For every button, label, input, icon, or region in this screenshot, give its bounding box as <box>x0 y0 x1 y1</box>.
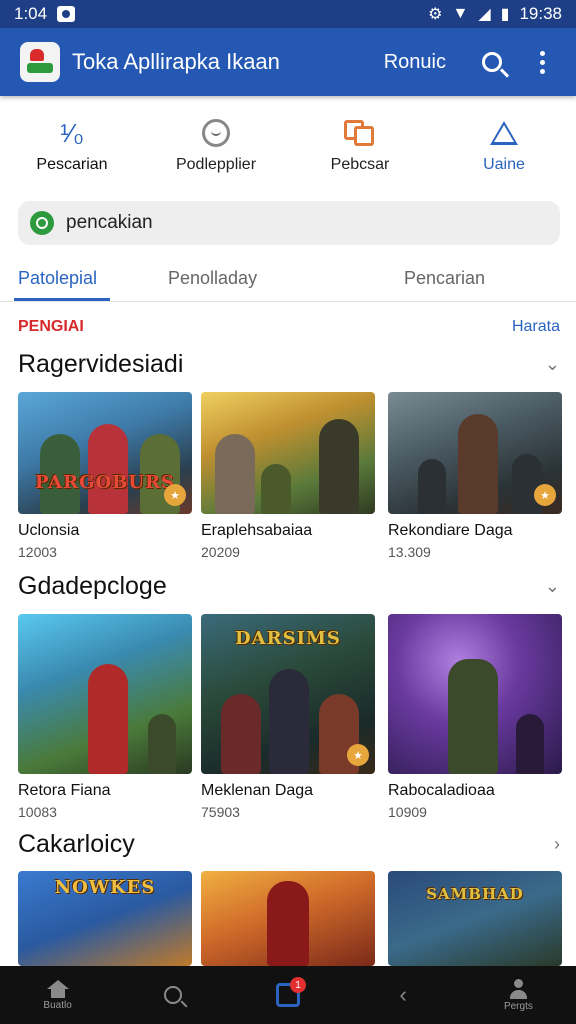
category-podlepplier[interactable]: Podlepplier <box>144 108 288 184</box>
game-title: Uclonsia <box>18 522 80 539</box>
status-right-time: 19:38 <box>519 4 562 23</box>
game-title: Meklenan Daga <box>201 782 314 799</box>
category-label: Podlepplier <box>175 156 257 173</box>
notification-badge: 1 <box>290 977 306 993</box>
tab-indicator <box>14 298 110 301</box>
promo-label: PENGIAI <box>18 318 84 335</box>
battery-icon: ▮ <box>500 6 510 23</box>
wifi-icon: ▼ <box>452 5 469 22</box>
search-button[interactable] <box>474 44 510 80</box>
more-options-button[interactable] <box>524 44 560 80</box>
home-icon <box>46 979 69 998</box>
status-bar: 1:04 ⚙ ▼ ◢ ▮ 19:38 <box>0 0 576 28</box>
nav-profile-label: Pergts <box>503 1000 533 1012</box>
game-banner: SAMBHAD <box>426 885 524 903</box>
chevron-down-icon[interactable]: ⌄ <box>545 576 560 597</box>
section-header: Cakarloicy › <box>18 830 560 859</box>
game-thumbnail: PARGOBURS ★ <box>18 392 192 514</box>
tab-patolepial[interactable]: Patolepial <box>18 254 97 302</box>
game-count: 10083 <box>18 804 57 820</box>
face-icon <box>202 118 230 148</box>
notification-app-icon <box>57 6 76 22</box>
tab-pencarian[interactable]: Pencarian <box>404 254 485 302</box>
game-title: Retora Fiana <box>18 782 111 799</box>
bell-icon <box>490 118 518 148</box>
search-brand-icon <box>30 211 54 235</box>
alarm-icon: ⚙ <box>428 6 443 23</box>
promo-row: PENGIAI Harata <box>18 318 560 336</box>
category-uaine[interactable]: Uaine <box>432 108 576 184</box>
game-thumbnail <box>388 614 562 774</box>
game-banner: DARSIMS <box>235 628 341 649</box>
game-title: Eraplehsabaiaa <box>201 522 313 539</box>
back-icon: ‹ <box>399 982 407 1007</box>
game-card[interactable]: DARSIMS ★ Meklenan Daga 75903 <box>201 614 375 820</box>
category-pescarian[interactable]: ¹⁄₀ Pescarian <box>0 108 144 184</box>
badge-icon: ★ <box>347 744 369 766</box>
section-header: Gdadepcloge ⌄ <box>18 572 560 601</box>
badge-icon: ★ <box>164 484 186 506</box>
nav-search[interactable] <box>115 966 230 1024</box>
game-thumbnail: DARSIMS ★ <box>201 614 375 774</box>
game-count: 75903 <box>201 804 240 820</box>
status-time: 1:04 <box>14 4 48 23</box>
chart-icon: ¹⁄₀ <box>60 117 84 148</box>
app-logo <box>20 42 60 82</box>
app-bar: Toka Apllirapka Ikaan Ronuic <box>0 28 576 96</box>
game-title: Rekondiare Daga <box>388 522 513 539</box>
section-title: Ragervidesiadi <box>18 350 184 378</box>
section-header: Ragervidesiadi ⌄ <box>18 350 560 379</box>
bottom-navigation: Buatlo 1 ‹ Pergts <box>0 966 576 1024</box>
badge-icon: ★ <box>534 484 556 506</box>
nav-profile[interactable]: Pergts <box>461 966 576 1024</box>
game-banner: PARGOBURS <box>34 472 176 493</box>
game-banner: NOWKES <box>54 877 156 898</box>
game-thumbnail <box>201 871 375 966</box>
profile-icon <box>508 978 528 999</box>
game-title: Rabocaladioaa <box>388 782 495 799</box>
game-count: 10909 <box>388 804 427 820</box>
category-row: ¹⁄₀ Pescarian Podlepplier Pebcsar Uaine <box>0 108 576 184</box>
game-card[interactable]: PARGOBURS ★ Uclonsia 12003 <box>18 392 192 560</box>
nav-home-label: Buatlo <box>43 999 72 1011</box>
nav-home[interactable]: Buatlo <box>0 966 115 1024</box>
section-title: Cakarloicy <box>18 830 135 858</box>
nav-back[interactable]: ‹ <box>346 966 461 1024</box>
see-all-link[interactable]: Harata <box>512 318 560 336</box>
game-thumbnail: ★ <box>388 392 562 514</box>
game-count: 20209 <box>201 544 240 560</box>
game-count: 13.309 <box>388 544 431 560</box>
category-pebcsar[interactable]: Pebcsar <box>288 108 432 184</box>
tab-bar: Patolepial Penolladay Pencarian <box>0 254 576 302</box>
game-thumbnail <box>18 614 192 774</box>
search-value: pencakian <box>66 212 153 233</box>
category-label: Uaine <box>483 156 525 173</box>
game-thumbnail: SAMBHAD <box>388 871 562 966</box>
signal-icon: ◢ <box>478 6 491 23</box>
game-card[interactable]: Rabocaladioaa 10909 <box>388 614 562 820</box>
app-action-button[interactable]: Ronuic <box>384 51 446 74</box>
game-card[interactable]: ★ Rekondiare Daga 13.309 <box>388 392 562 560</box>
chevron-right-icon[interactable]: › <box>554 834 560 855</box>
category-label: Pescarian <box>36 156 108 173</box>
game-card[interactable]: Retora Fiana 10083 <box>18 614 192 820</box>
game-thumbnail: NOWKES <box>18 871 192 966</box>
app-title: Toka Apllirapka Ikaan <box>72 49 280 74</box>
nav-center[interactable]: 1 <box>230 966 345 1024</box>
boxes-icon <box>344 118 376 148</box>
game-card[interactable] <box>201 871 375 966</box>
chevron-down-icon[interactable]: ⌄ <box>545 354 560 375</box>
section-title: Gdadepcloge <box>18 572 167 600</box>
category-label: Pebcsar <box>330 156 390 173</box>
search-icon <box>163 986 182 1004</box>
search-input[interactable]: pencakian <box>18 201 560 245</box>
game-card[interactable]: SAMBHAD <box>388 871 562 966</box>
apps-icon: 1 <box>276 977 306 1007</box>
game-thumbnail <box>201 392 375 514</box>
search-icon <box>482 52 502 72</box>
game-card[interactable]: NOWKES <box>18 871 192 966</box>
tab-penolladay[interactable]: Penolladay <box>168 254 257 302</box>
game-card[interactable]: Eraplehsabaiaa 20209 <box>201 392 375 560</box>
game-count: 12003 <box>18 544 57 560</box>
